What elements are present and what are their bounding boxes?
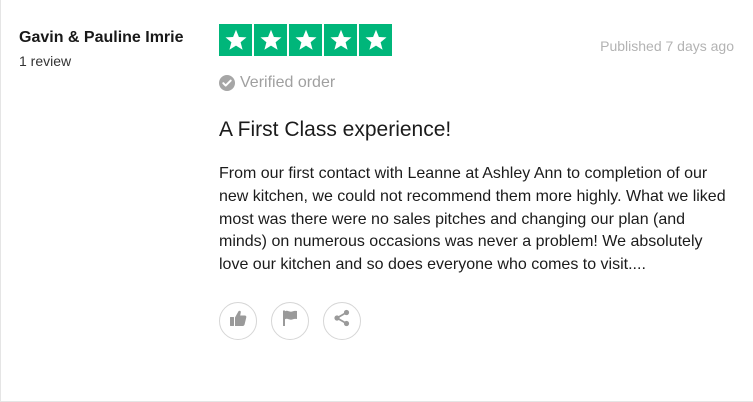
review-actions [219, 301, 734, 340]
consumer-info: Gavin & Pauline Imrie 1 review [19, 26, 189, 69]
consumer-review-count: 1 review [19, 53, 72, 69]
star-icon [359, 24, 392, 56]
review-title[interactable]: A First Class experience! [219, 117, 734, 143]
review-content: Published 7 days ago Verified order A Fi… [219, 24, 734, 340]
star-icon [289, 24, 322, 56]
star-icon [254, 24, 287, 56]
published-date: Published 7 days ago [600, 38, 734, 54]
star-icon [324, 24, 357, 56]
review-body: From our first contact with Leanne at As… [219, 165, 726, 274]
consumer-name[interactable]: Gavin & Pauline Imrie [19, 26, 189, 50]
flag-button[interactable] [271, 301, 309, 340]
share-icon [332, 308, 352, 333]
verified-badge: Verified order [219, 74, 734, 92]
star-icon [219, 24, 252, 56]
flag-icon [280, 308, 300, 333]
check-circle-icon [219, 75, 235, 91]
thumbs-up-button[interactable] [219, 301, 257, 340]
share-button[interactable] [323, 301, 361, 340]
review-card: Gavin & Pauline Imrie 1 review Published… [0, 0, 753, 402]
verified-label: Verified order [240, 74, 336, 91]
thumbs-up-icon [228, 308, 248, 333]
